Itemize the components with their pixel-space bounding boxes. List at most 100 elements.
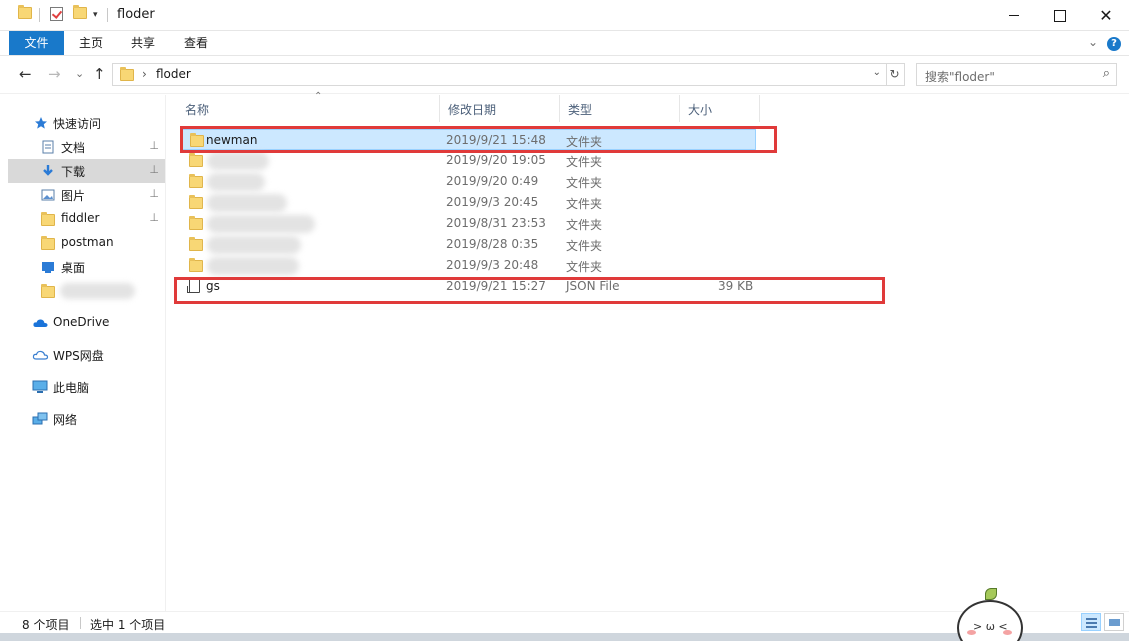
file-row[interactable]: 2019/9/3 20:45 文件夹 (181, 192, 756, 213)
sidebar-item-label: 此电脑 (53, 381, 90, 395)
sidebar-item-documents[interactable]: 文档 ⊥ (8, 135, 165, 159)
sort-ascending-icon: ⌃ (314, 91, 323, 102)
maximize-button[interactable] (1037, 0, 1083, 31)
computer-icon (32, 380, 48, 393)
file-type: 文件夹 (566, 155, 603, 169)
pin-icon: ⊥ (149, 139, 159, 152)
back-button[interactable]: ← (19, 65, 32, 83)
obscured-label (60, 283, 135, 299)
folder-icon (189, 195, 203, 209)
pin-icon: ⊥ (149, 163, 159, 176)
mascot-eyes: > ω < (973, 620, 1008, 633)
title-divider (39, 8, 40, 22)
sidebar-item-this-pc[interactable]: 此电脑 (8, 375, 165, 399)
picture-icon (41, 189, 55, 201)
highlight-box (174, 277, 885, 304)
obscured-name (207, 215, 315, 233)
sidebar-item-label: 文档 (61, 141, 86, 155)
sidebar-item-postman[interactable]: postman (8, 231, 165, 255)
pin-icon: ⊥ (149, 187, 159, 200)
chevron-down-icon[interactable]: ⌄ (873, 67, 881, 78)
column-header-label: 修改日期 (448, 103, 497, 117)
file-type: 文件夹 (566, 176, 603, 190)
properties-icon[interactable] (50, 7, 63, 21)
leaf-icon (985, 588, 997, 600)
sidebar-item-label: postman (61, 235, 114, 249)
sidebar-item-downloads[interactable]: 下载 ⊥ (8, 159, 165, 183)
sidebar-item-label: fiddler (61, 211, 100, 225)
tab-view[interactable]: 查看 (170, 31, 222, 55)
large-icons-view-button[interactable] (1104, 613, 1124, 631)
file-date: 2019/8/28 0:35 (446, 237, 539, 251)
title-bar: ▾ floder ✕ (0, 0, 1129, 31)
file-row[interactable]: 2019/9/3 20:48 文件夹 (181, 255, 756, 276)
new-folder-icon[interactable] (73, 5, 87, 19)
tab-file[interactable]: 文件 (9, 31, 64, 55)
title-divider (107, 8, 108, 22)
sidebar-item-label: WPS网盘 (53, 349, 104, 363)
column-header-label: 名称 (185, 103, 210, 117)
column-header-date[interactable]: 修改日期 (440, 95, 560, 122)
customize-quick-access-icon[interactable]: ▾ (93, 10, 98, 20)
highlight-box (180, 126, 777, 153)
address-path[interactable]: floder (156, 67, 191, 81)
desktop-icon (42, 262, 54, 273)
minimize-button[interactable] (991, 0, 1037, 31)
sidebar-item-label: 图片 (61, 189, 86, 203)
column-header-name[interactable]: 名称 ⌃ (177, 91, 440, 122)
sidebar-item-fiddler[interactable]: fiddler ⊥ (8, 207, 165, 231)
sidebar-item-label: 网络 (53, 413, 78, 427)
up-button[interactable]: ↑ (93, 65, 106, 83)
close-button[interactable]: ✕ (1083, 0, 1129, 31)
ribbon: 文件 主页 共享 查看 ⌄ ? (0, 31, 1129, 56)
folder-icon (41, 284, 55, 298)
details-view-button[interactable] (1081, 613, 1101, 631)
obscured-name (207, 257, 299, 275)
navigation-pane: 快速访问 文档 ⊥ 下载 ⊥ 图片 ⊥ fiddler ⊥ postman 桌面… (8, 95, 166, 611)
obscured-name (207, 152, 269, 170)
star-icon (35, 117, 47, 129)
expand-ribbon-icon[interactable]: ⌄ (1088, 35, 1098, 49)
sidebar-item-network[interactable]: 网络 (8, 407, 165, 431)
folder-icon (189, 237, 203, 251)
column-header-label: 类型 (568, 103, 593, 117)
folder-icon (41, 236, 55, 250)
file-row[interactable]: 2019/9/20 19:05 文件夹 (181, 150, 756, 171)
file-row[interactable]: 2019/8/28 0:35 文件夹 (181, 234, 756, 255)
sidebar-item-label: 快速访问 (53, 117, 102, 131)
address-bar[interactable]: › floder ⌄ (112, 63, 887, 86)
selection-count: 选中 1 个项目 (90, 618, 166, 632)
refresh-button[interactable]: ↻ (885, 63, 905, 86)
cloud-outline-icon (32, 350, 49, 360)
forward-button[interactable]: → (48, 65, 61, 83)
pin-icon: ⊥ (149, 211, 159, 224)
folder-icon (189, 174, 203, 188)
document-icon (42, 140, 54, 154)
sidebar-item-label: 下载 (61, 165, 86, 179)
sidebar-item-wps[interactable]: WPS网盘 (8, 343, 165, 367)
recent-locations-button[interactable]: ⌄ (75, 67, 84, 80)
file-date: 2019/9/20 19:05 (446, 153, 546, 167)
column-header-type[interactable]: 类型 (560, 95, 680, 122)
tab-share[interactable]: 共享 (117, 31, 169, 55)
chevron-right-icon[interactable]: › (142, 67, 147, 81)
file-row[interactable]: 2019/9/20 0:49 文件夹 (181, 171, 756, 192)
folder-icon (189, 258, 203, 272)
search-box[interactable]: 搜索"floder" ⌕ (916, 63, 1117, 86)
file-date: 2019/9/3 20:45 (446, 195, 539, 209)
sidebar-item-desktop[interactable]: 桌面 (8, 255, 165, 279)
status-divider (80, 617, 81, 629)
item-count: 8 个项目 (22, 618, 70, 632)
obscured-name (207, 194, 287, 212)
file-row[interactable]: 2019/8/31 23:53 文件夹 (181, 213, 756, 234)
column-header-size[interactable]: 大小 (680, 95, 760, 122)
folder-app-icon (18, 5, 32, 19)
search-icon[interactable]: ⌕ (1103, 66, 1110, 81)
sidebar-item-pictures[interactable]: 图片 ⊥ (8, 183, 165, 207)
sidebar-item-onedrive[interactable]: OneDrive (8, 311, 165, 335)
tab-home[interactable]: 主页 (65, 31, 117, 55)
sidebar-item-obscured[interactable] (8, 279, 165, 303)
help-icon[interactable]: ? (1107, 37, 1121, 51)
sidebar-item-quick-access[interactable]: 快速访问 (8, 111, 165, 135)
navigation-bar: ← → ⌄ ↑ › floder ⌄ ↻ 搜索"floder" ⌕ (0, 56, 1129, 94)
